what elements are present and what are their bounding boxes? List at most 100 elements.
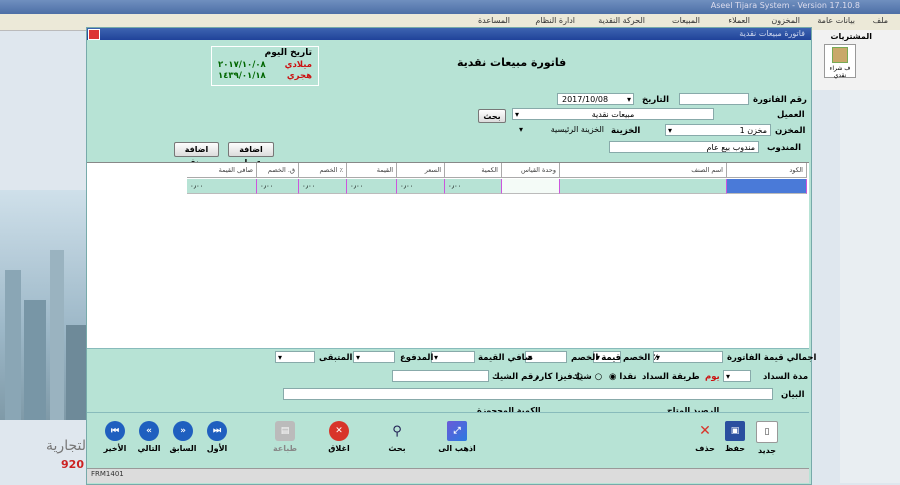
cheque-number-input[interactable] [392,370,489,382]
cell-item-name[interactable] [560,179,727,194]
col-header-discount-value[interactable]: ق. الخصم [257,163,299,178]
cell-code[interactable] [727,179,807,194]
col-header-quantity[interactable]: الكمية [445,163,502,178]
app-right-panel [840,90,900,483]
floppy-disk-icon: ▣ [725,421,745,441]
next-record-button[interactable]: « التالي [129,419,169,465]
sales-rep-input[interactable]: مندوب بيع عام [609,141,759,153]
add-item-button[interactable]: اضافة صنف [174,142,219,167]
close-label: اغلاق [328,444,350,453]
first-label: الأول [206,444,228,453]
col-header-item-name[interactable]: اسم الصنف [560,163,727,178]
background-city-image [0,190,86,420]
cell-quantity[interactable]: ٠٫٠٠ [445,179,502,194]
cell-discount-pct[interactable]: ٠٫٠٠ [299,179,347,194]
gregorian-date: ٢٠١٧/١٠/٠٨ [218,60,266,70]
total-invoice-label: اجمالي قيمة الفاتورة [727,353,817,363]
search-label: بحث [388,444,406,453]
first-record-button[interactable]: ⏭ الأول [197,419,237,465]
treasury-select[interactable]: الخزينة الرئيسية [517,124,607,136]
magnifier-icon: ⚲ [392,423,402,439]
payment-duration-field[interactable] [723,370,751,382]
cell-net-value[interactable]: ٠٫٠٠ [187,179,257,194]
col-header-value[interactable]: القيمة [347,163,397,178]
close-button[interactable]: ✕ اغلاق [319,419,359,465]
delete-label: حذف [695,444,715,453]
discount-pct-label: الخصم ٪ [623,353,659,363]
col-header-price[interactable]: السعر [397,163,445,178]
cell-value[interactable]: ٠٫٠٠ [347,179,397,194]
brand-logo: لتجارية 920 [0,438,88,478]
previous-label: السابق [169,444,197,453]
notes-label: البيان [781,390,805,400]
sales-rep-label: المندوب [767,143,802,153]
next-arrow-icon: « [139,421,159,441]
calendar-dropdown-icon[interactable]: ▾ [627,94,631,104]
last-arrow-icon: ⏮ [105,421,125,441]
app-toolbar: المشتريات ف شراء نقدي [810,30,900,90]
col-header-discount-pct[interactable]: الخصم ٪ [299,163,347,178]
add-customer-button[interactable]: اضافة عميل [228,142,274,167]
customer-label: العميل [777,110,805,120]
new-document-icon: ▯ [756,421,778,443]
print-button[interactable]: ▤ طباعة [265,419,305,465]
notes-input[interactable] [283,388,773,400]
col-header-unit[interactable]: وحدة القياس [502,163,560,178]
menu-inventory[interactable]: المخزون [771,16,800,25]
date-picker[interactable]: 2017/10/08 ▾ [557,93,634,105]
paid-field[interactable] [353,351,395,363]
net-value-field[interactable] [431,351,475,363]
cash-purchase-label: ف شراء نقدي [829,65,851,79]
gregorian-label: ميلادي [284,60,312,70]
brand-text: لتجارية [46,438,86,454]
delete-button[interactable]: ✕ حذف [685,419,725,465]
menu-sales[interactable]: المبيعات [672,16,700,25]
form-code: FRM1401 [91,470,124,478]
building-icon [832,47,848,63]
brand-phone: 920 [61,458,84,471]
invoice-items-grid[interactable]: الكود اسم الصنف وحدة القياس الكمية السعر… [87,162,809,349]
previous-record-button[interactable]: » السابق [163,419,203,465]
customer-select[interactable]: مبيعات نقدية [512,108,714,120]
sales-invoice-dialog: فاتورة مبيعات نقدية فاتورة مبيعات نقدية … [86,27,816,485]
cash-purchase-button[interactable]: ف شراء نقدي [824,44,856,79]
paid-label: المدفوع [400,353,434,363]
app-title-bar: Aseel Tijara System - Version 17.10.8 [0,0,900,14]
col-header-code[interactable]: الكود [727,163,807,178]
search-customer-button[interactable]: بحث [478,109,506,123]
radio-cash-label: نقدا [619,372,637,382]
next-label: التالي [137,444,161,453]
remaining-field[interactable] [275,351,315,363]
goto-button[interactable]: ⤢ اذهب الى [437,419,477,465]
print-label: طباعة [272,444,298,453]
store-label: المخزن [775,126,806,136]
menu-file[interactable]: ملف [873,16,888,25]
cell-price[interactable]: ٠٫٠٠ [397,179,445,194]
total-invoice-field[interactable] [653,351,723,363]
dialog-caption: فاتورة مبيعات نقدية [739,29,805,38]
cell-unit[interactable] [502,179,560,194]
close-icon: ✕ [329,421,349,441]
dialog-toolbar: ▯ جديد ▣ حفظ ✕ حذف ⤢ اذهب الى ⚲ بحث ✕ اغ… [87,412,809,469]
store-select[interactable]: مخزن 1 [665,124,771,136]
last-record-button[interactable]: ⏮ الأخير [95,419,135,465]
page-title: فاتورة مبيعات نقدية [457,56,567,69]
payment-method-label: طريقة السداد [642,372,700,382]
menu-cash-movement[interactable]: الحركة النقدية [598,16,645,25]
menu-general-data[interactable]: بيانات عامة [817,16,855,25]
radio-cash[interactable]: ◉ نقدا [609,372,637,382]
window-icon [88,29,100,40]
date-label: التاريخ [642,95,669,105]
cell-discount-value[interactable]: ٠٫٠٠ [257,179,299,194]
radio-visa-label: فيزا كارد [535,372,573,382]
status-bar: FRM1401 [87,468,809,483]
search-button[interactable]: ⚲ بحث [377,419,417,465]
invoice-number-input[interactable] [679,93,749,105]
menu-help[interactable]: المساعدة [478,16,510,25]
dialog-title-bar: فاتورة مبيعات نقدية [87,28,811,40]
col-header-net-value[interactable]: صافى القيمة [187,163,257,178]
menu-customers[interactable]: العملاء [728,16,750,25]
first-arrow-icon: ⏭ [207,421,227,441]
menu-system-admin[interactable]: ادارة النظام [535,16,575,25]
radio-visa[interactable]: فيزا كارد ○ [535,372,583,382]
